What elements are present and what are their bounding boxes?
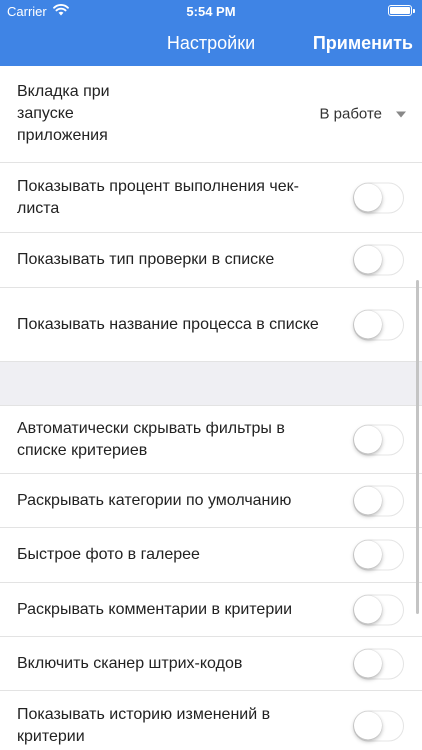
setting-label: Включить сканер штрих-кодов xyxy=(17,654,243,672)
setting-toggle[interactable] xyxy=(353,309,404,340)
setting-toggle[interactable] xyxy=(353,539,404,571)
section-separator xyxy=(0,362,422,406)
settings-list[interactable]: Вкладка при запуске приложения В работе … xyxy=(0,66,422,750)
setting-row: Включить сканер штрих-кодов xyxy=(0,637,422,691)
setting-toggle[interactable] xyxy=(353,182,404,213)
setting-label: Показывать историю изменений в критерии xyxy=(17,705,271,745)
setting-toggle[interactable] xyxy=(353,424,404,455)
setting-label: Автоматически скрывать фильтры в списке … xyxy=(17,419,285,459)
setting-label: Раскрывать категории по умолчанию xyxy=(17,491,292,509)
battery-icon xyxy=(388,5,415,16)
launch-tab-row: Вкладка при запуске приложения В работе xyxy=(0,66,422,163)
setting-toggle[interactable] xyxy=(353,244,404,276)
setting-label: Раскрывать комментарии в критерии xyxy=(17,600,293,618)
setting-label: Быстрое фото в галерее xyxy=(17,546,200,563)
setting-label: Показывать тип проверки в списке xyxy=(17,251,275,268)
setting-row: Показывать историю изменений в критерии xyxy=(0,691,422,750)
setting-row: Быстрое фото в галерее xyxy=(0,528,422,583)
setting-row: Автоматически скрывать фильтры в списке … xyxy=(0,406,422,474)
setting-row: Раскрывать категории по умолчанию xyxy=(0,474,422,528)
setting-toggle[interactable] xyxy=(353,485,404,516)
setting-row: Показывать название процесса в списке xyxy=(0,288,422,362)
status-bar: Carrier 5:54 PM xyxy=(0,0,422,22)
setting-toggle[interactable] xyxy=(353,594,404,625)
status-time: 5:54 PM xyxy=(186,4,236,19)
setting-row: Раскрывать комментарии в критерии xyxy=(0,583,422,637)
scrollbar[interactable] xyxy=(416,280,419,614)
setting-row: Показывать тип проверки в списке xyxy=(0,233,422,288)
setting-label: Показывать процент выполнения чек-листа xyxy=(17,177,299,217)
chevron-down-icon xyxy=(396,111,406,117)
launch-tab-select[interactable]: В работе xyxy=(319,106,406,123)
setting-toggle[interactable] xyxy=(353,710,404,741)
setting-label: Показывать название процесса в списке xyxy=(17,315,319,333)
nav-header: Carrier 5:54 PM Настройки Применить xyxy=(0,0,422,66)
apply-button[interactable]: Применить xyxy=(313,33,413,54)
setting-toggle[interactable] xyxy=(353,648,404,679)
launch-tab-value: В работе xyxy=(319,105,382,123)
launch-tab-label: Вкладка при запуске приложения xyxy=(17,83,110,144)
setting-row: Показывать процент выполнения чек-листа xyxy=(0,163,422,233)
